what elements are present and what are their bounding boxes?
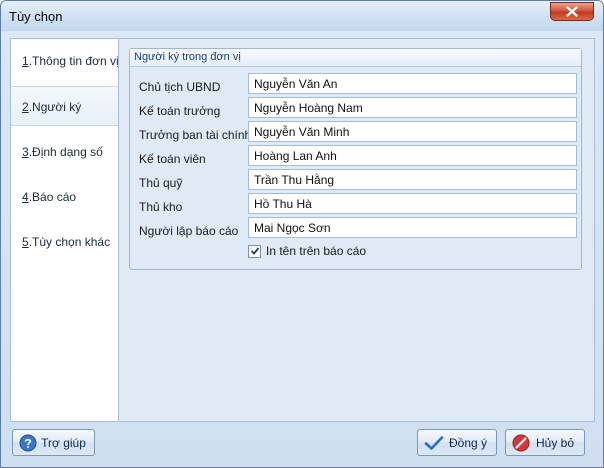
signers-group: Người ký trong đơn vị Chủ tịch UBND Kế t… [129,48,582,270]
nav-item-dinh-dang-so[interactable]: 3.Định dạng số [11,132,119,172]
field-label: Thủ kho [139,200,183,214]
ke-toan-truong-field[interactable] [248,97,577,118]
ok-button[interactable]: Đồng ý [417,429,497,456]
thu-quy-field[interactable] [248,169,577,190]
nav-item-label: Báo cáo [32,190,77,204]
nav-item-label: Thông tin đơn vị [32,54,119,68]
ke-toan-vien-field[interactable] [248,145,577,166]
options-nav: 1.Thông tin đơn vị 2.Người ký 3.Định dạn… [10,38,121,422]
field-label: Người lập báo cáo [139,224,239,238]
help-button[interactable]: Trợ giúp [12,429,95,456]
print-names-checkbox[interactable] [248,244,261,258]
truong-ban-tai-chinh-field[interactable] [248,121,577,142]
nav-item-number: 4 [22,190,29,204]
nav-item-nguoi-ky[interactable]: 2.Người ký [11,86,121,126]
cancel-button-label: Hủy bỏ [535,435,575,450]
field-label: Thủ quỹ [139,176,183,190]
chu-tich-ubnd-field[interactable] [248,73,577,94]
field-label: Trưởng ban tài chính [139,128,252,142]
group-title: Người ký trong đơn vị [130,49,581,67]
help-button-label: Trợ giúp [41,435,86,450]
nav-item-number: 2 [22,100,29,114]
thu-kho-field[interactable] [248,193,577,214]
help-icon [19,434,37,452]
cancel-button[interactable]: Hủy bỏ [505,429,585,456]
check-icon [424,435,444,451]
field-label: Chủ tịch UBND [139,80,221,94]
cancel-icon [512,434,530,452]
field-label: Kế toán trưởng [139,104,221,118]
print-names-label: In tên trên báo cáo [266,244,367,258]
options-dialog: Tùy chọn 1.Thông tin đơn vị 2.Người ký 3… [0,0,604,468]
check-icon [250,247,259,255]
nav-item-tuy-chon-khac[interactable]: 5.Tùy chọn khác [11,222,119,262]
nav-item-number: 5 [22,235,29,249]
title-bar: Tùy chọn [1,1,603,31]
close-button[interactable] [550,2,594,21]
window-title: Tùy chọn [9,9,63,24]
nav-item-number: 3 [22,145,29,159]
nguoi-lap-bao-cao-field[interactable] [248,217,577,238]
nav-item-label: Người ký [32,100,82,114]
nav-item-don-vi[interactable]: 1.Thông tin đơn vị [11,41,119,81]
field-label: Kế toán viên [139,152,206,166]
nav-item-bao-cao[interactable]: 4.Báo cáo [11,177,119,217]
print-names-option: In tên trên báo cáo [248,244,366,258]
content-panel: Người ký trong đơn vị Chủ tịch UBND Kế t… [118,38,595,422]
nav-item-label: Tùy chọn khác [32,235,111,249]
close-icon [566,6,578,17]
nav-item-number: 1 [22,54,29,68]
nav-item-label: Định dạng số [32,145,103,159]
ok-button-label: Đồng ý [448,435,488,450]
